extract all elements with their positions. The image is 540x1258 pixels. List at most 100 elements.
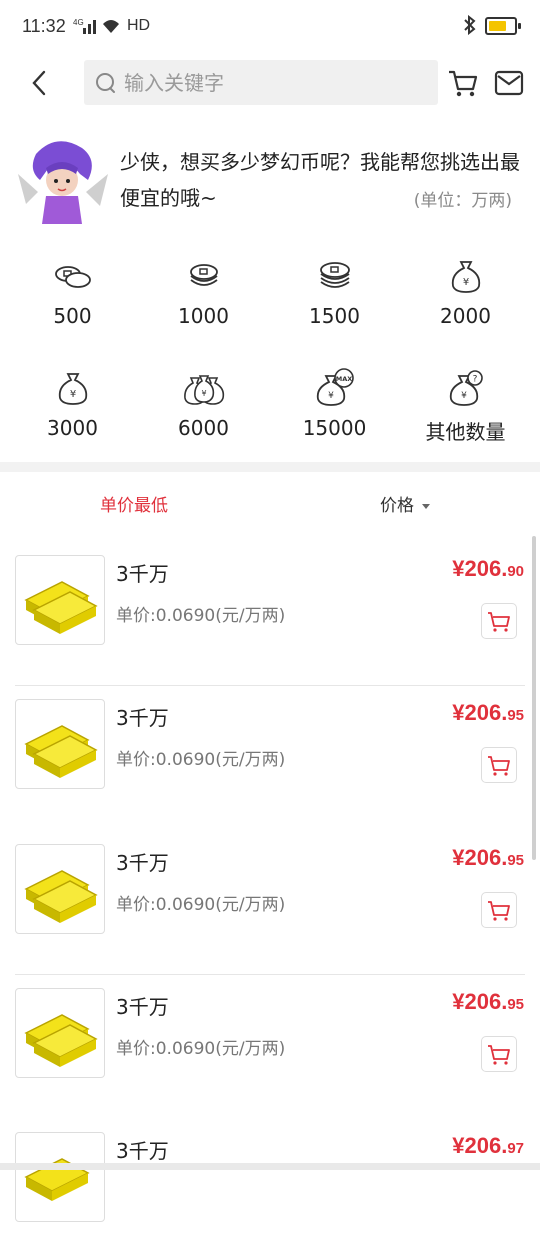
price-currency: ¥ <box>452 700 465 725</box>
status-bar: 11:32 4G HD <box>0 0 540 54</box>
money-bag-icon: ¥ <box>451 261 481 293</box>
sort-bar: 单价最低 价格 <box>0 472 540 532</box>
product-name: 3千万 <box>116 1139 169 1163</box>
amount-label: 2000 <box>440 304 491 328</box>
price-decimal: 90 <box>507 563 524 580</box>
money-bags-icon: ¥ <box>184 375 225 405</box>
price-integer: 206. <box>464 845 508 870</box>
svg-text:¥: ¥ <box>328 391 334 401</box>
amount-label: 其他数量 <box>425 420 506 444</box>
svg-text:4G: 4G <box>73 18 84 27</box>
search-icon <box>96 73 115 93</box>
price-currency: ¥ <box>452 1133 465 1158</box>
top-nav <box>0 58 540 108</box>
gold-bars-icon <box>24 1158 90 1201</box>
unit-note: (单位：万两) <box>413 191 512 211</box>
sort-price[interactable]: 价格 <box>380 491 430 516</box>
money-bag-question-icon: ¥ ? <box>449 370 483 406</box>
status-time: 11:32 <box>22 16 66 36</box>
amount-option-other[interactable]: ¥ ? 其他数量 <box>400 362 531 462</box>
amount-option-500[interactable]: 500 <box>7 250 138 350</box>
bluetooth-icon <box>464 15 476 35</box>
battery-icon <box>485 17 521 35</box>
add-to-cart-icon[interactable] <box>481 747 517 783</box>
caret-down-icon <box>422 503 430 509</box>
product-price: ¥206.95 <box>452 989 524 1015</box>
svg-text:¥: ¥ <box>461 391 467 401</box>
gold-bars-thumbnail <box>15 1132 105 1222</box>
svg-text:?: ? <box>473 375 478 385</box>
back-arrow-icon[interactable] <box>26 68 56 98</box>
price-integer: 206. <box>464 989 508 1014</box>
amount-label: 6000 <box>178 416 229 440</box>
product-item[interactable]: 3千万 单价:0.0690(元/万两) ¥206.95 <box>0 969 540 1114</box>
svg-text:MAX: MAX <box>336 375 353 383</box>
gold-bars-thumbnail <box>15 699 105 789</box>
product-unit-price: 单价:0.0690(元/万两) <box>116 750 286 770</box>
product-unit-price: 单价:0.0690(元/万两) <box>116 1039 286 1059</box>
money-bag-icon: ¥ <box>58 373 88 405</box>
product-price: ¥206.95 <box>452 845 524 871</box>
add-to-cart-icon[interactable] <box>481 1036 517 1072</box>
product-price: ¥206.95 <box>452 700 524 726</box>
product-unit-price: 单价:0.0690(元/万两) <box>116 606 286 626</box>
price-currency: ¥ <box>452 989 465 1014</box>
gold-bars-icon <box>24 725 98 778</box>
intro-section: 少侠，想买多少梦幻币呢？我能帮您挑选出最便宜的哦~ (单位：万两) <box>0 130 540 230</box>
search-bar[interactable] <box>84 60 438 105</box>
price-decimal: 95 <box>507 707 524 724</box>
add-to-cart-icon[interactable] <box>481 892 517 928</box>
amount-option-2000[interactable]: ¥ 2000 <box>400 250 531 350</box>
gold-bars-icon <box>24 581 98 634</box>
amount-option-6000[interactable]: ¥ 6000 <box>138 362 269 462</box>
gold-bars-icon <box>24 1014 98 1067</box>
product-item[interactable]: 3千万 单价:0.0690(元/万两) ¥206.90 <box>0 536 540 686</box>
product-name: 3千万 <box>116 706 169 730</box>
svg-text:¥: ¥ <box>70 389 76 400</box>
product-item[interactable]: 3千万 ¥206.97 <box>0 1113 540 1258</box>
amount-option-1500[interactable]: 1500 <box>269 250 400 350</box>
price-decimal: 95 <box>507 852 524 869</box>
sort-lowest-unit-price[interactable]: 单价最低 <box>100 491 168 516</box>
coins-stack-icon <box>55 266 91 288</box>
svg-text:¥: ¥ <box>463 277 469 288</box>
money-bag-max-icon: ¥ MAX <box>316 368 354 406</box>
coins-pile-icon <box>320 262 350 288</box>
price-decimal: 97 <box>507 1140 524 1157</box>
gold-bars-thumbnail <box>15 555 105 645</box>
product-price: ¥206.97 <box>452 1133 524 1159</box>
search-input[interactable] <box>122 66 426 100</box>
scrollbar[interactable] <box>532 536 536 860</box>
product-unit-price: 单价:0.0690(元/万两) <box>116 895 286 915</box>
price-currency: ¥ <box>452 556 465 581</box>
amount-label: 1000 <box>178 304 229 328</box>
section-divider <box>0 462 540 472</box>
price-integer: 206. <box>464 556 508 581</box>
cart-icon[interactable] <box>447 68 479 98</box>
product-item[interactable]: 3千万 单价:0.0690(元/万两) ¥206.95 <box>0 825 540 975</box>
coins-stack-icon <box>190 264 218 286</box>
sort-price-label: 价格 <box>380 496 414 516</box>
mail-icon[interactable] <box>494 70 524 96</box>
product-name: 3千万 <box>116 995 169 1019</box>
amount-option-3000[interactable]: ¥ 3000 <box>7 362 138 462</box>
product-name: 3千万 <box>116 562 169 586</box>
amount-option-15000[interactable]: ¥ MAX 15000 <box>269 362 400 462</box>
price-integer: 206. <box>464 1133 508 1158</box>
product-price: ¥206.90 <box>452 556 524 582</box>
amount-label: 3000 <box>47 416 98 440</box>
product-item[interactable]: 3千万 单价:0.0690(元/万两) ¥206.95 <box>0 680 540 825</box>
amount-label: 1500 <box>309 304 360 328</box>
product-name: 3千万 <box>116 851 169 875</box>
price-integer: 206. <box>464 700 508 725</box>
price-decimal: 95 <box>507 996 524 1013</box>
gold-bars-thumbnail <box>15 988 105 1078</box>
amount-label: 15000 <box>302 416 367 440</box>
add-to-cart-icon[interactable] <box>481 603 517 639</box>
amount-label: 500 <box>53 304 92 328</box>
gold-bars-icon <box>24 870 98 923</box>
price-currency: ¥ <box>452 845 465 870</box>
signal-icon: 4G <box>73 18 119 34</box>
amount-option-1000[interactable]: 1000 <box>138 250 269 350</box>
bottom-edge <box>0 1163 540 1170</box>
